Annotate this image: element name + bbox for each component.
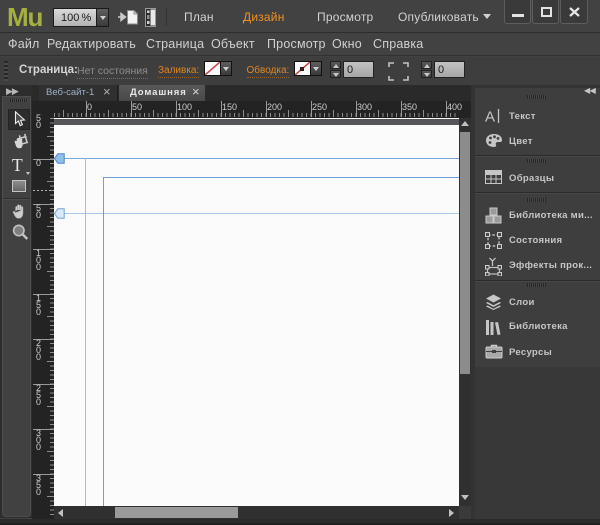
svg-text:A: A (485, 109, 495, 126)
